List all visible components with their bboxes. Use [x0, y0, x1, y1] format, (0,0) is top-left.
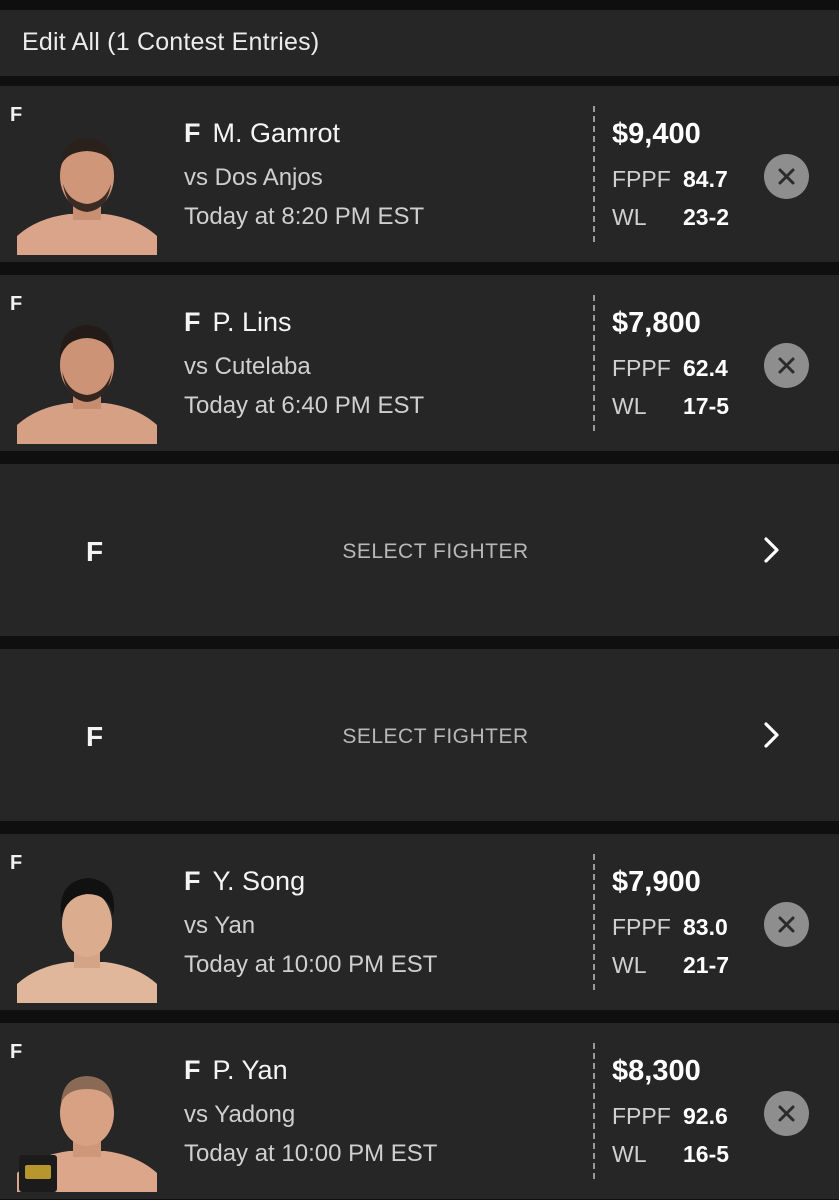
fighter-photo [17, 1055, 157, 1192]
remove-fighter-button[interactable] [764, 343, 809, 388]
fighter-name-line: F M. Gamrot [184, 118, 340, 149]
fppf-stat: FPPF 84.7 [612, 166, 728, 193]
fppf-stat: FPPF 62.4 [612, 355, 728, 382]
fighter-entry-card[interactable]: F F M. Gamrot vs Dos Anjos Today at 8:20 … [0, 86, 839, 262]
fighter-position: F [184, 118, 201, 148]
wl-stat: WL 21-7 [612, 952, 729, 979]
fighter-position: F [184, 307, 201, 337]
fppf-label: FPPF [612, 914, 671, 940]
wl-label: WL [612, 393, 647, 419]
chevron-right-icon[interactable] [760, 534, 784, 566]
chevron-right-icon[interactable] [760, 719, 784, 751]
stats-divider [593, 854, 595, 990]
fppf-value: 83.0 [683, 914, 728, 940]
select-fighter-slot[interactable]: F SELECT FIGHTER [0, 464, 839, 636]
stats-divider [593, 106, 595, 242]
wl-stat: WL 16-5 [612, 1141, 729, 1168]
fighter-photo [17, 307, 157, 444]
fighter-opponent: vs Cutelaba [184, 353, 311, 380]
wl-label: WL [612, 1141, 647, 1167]
close-icon [778, 916, 795, 933]
edit-all-title: Edit All (1 Contest Entries) [22, 28, 320, 56]
fppf-value: 92.6 [683, 1103, 728, 1129]
fighter-entry-card[interactable]: F F P. Yan vs Yadong Today at 10:00 PM ES… [0, 1023, 839, 1199]
wl-stat: WL 17-5 [612, 393, 729, 420]
select-fighter-label: SELECT FIGHTER [342, 540, 529, 563]
fppf-label: FPPF [612, 1103, 671, 1129]
fighter-position: F [184, 1055, 201, 1085]
fighter-opponent: vs Yan [184, 912, 256, 939]
fight-time: Today at 8:20 PM EST [184, 203, 425, 230]
fight-time: Today at 10:00 PM EST [184, 951, 438, 978]
contest-entries-header[interactable]: Edit All (1 Contest Entries) [0, 10, 839, 76]
fppf-stat: FPPF 92.6 [612, 1103, 728, 1130]
remove-fighter-button[interactable] [764, 902, 809, 947]
fppf-label: FPPF [612, 355, 671, 381]
fighter-photo [17, 866, 157, 1003]
fighter-name: Y. Song [212, 866, 306, 896]
fighter-name-line: F P. Lins [184, 307, 292, 338]
close-icon [778, 357, 795, 374]
fighter-name-line: F P. Yan [184, 1055, 288, 1086]
fighter-entry-card[interactable]: F F P. Lins vs Cutelaba Today at 6:40 PM … [0, 275, 839, 451]
fighter-opponent: vs Dos Anjos [184, 164, 323, 191]
select-fighter-slot[interactable]: F SELECT FIGHTER [0, 649, 839, 821]
fppf-value: 84.7 [683, 166, 728, 192]
wl-stat: WL 23-2 [612, 204, 729, 231]
stats-divider [593, 295, 595, 431]
select-fighter-label: SELECT FIGHTER [342, 725, 529, 748]
fighter-name-line: F Y. Song [184, 866, 305, 897]
fight-time: Today at 6:40 PM EST [184, 392, 425, 419]
fighter-salary: $7,900 [612, 866, 701, 898]
fight-time: Today at 10:00 PM EST [184, 1140, 438, 1167]
stats-divider [593, 1043, 595, 1179]
fppf-stat: FPPF 83.0 [612, 914, 728, 941]
fighter-salary: $8,300 [612, 1055, 701, 1087]
fighter-photo [17, 118, 157, 255]
wl-value: 23-2 [683, 204, 730, 230]
close-icon [778, 168, 795, 185]
wl-value: 21-7 [683, 952, 730, 978]
fighter-opponent: vs Yadong [184, 1101, 296, 1128]
remove-fighter-button[interactable] [764, 1091, 809, 1136]
fighter-entry-card[interactable]: F F Y. Song vs Yan Today at 10:00 PM EST … [0, 834, 839, 1010]
fighter-salary: $7,800 [612, 307, 701, 339]
wl-value: 17-5 [683, 393, 730, 419]
wl-label: WL [612, 204, 647, 230]
fighter-name: P. Yan [212, 1055, 288, 1085]
fighter-salary: $9,400 [612, 118, 701, 150]
fighter-position: F [184, 866, 201, 896]
remove-fighter-button[interactable] [764, 154, 809, 199]
fighter-name: P. Lins [212, 307, 292, 337]
fppf-value: 62.4 [683, 355, 728, 381]
fppf-label: FPPF [612, 166, 671, 192]
fighter-name: M. Gamrot [212, 118, 341, 148]
wl-label: WL [612, 952, 647, 978]
close-icon [778, 1105, 795, 1122]
wl-value: 16-5 [683, 1141, 730, 1167]
